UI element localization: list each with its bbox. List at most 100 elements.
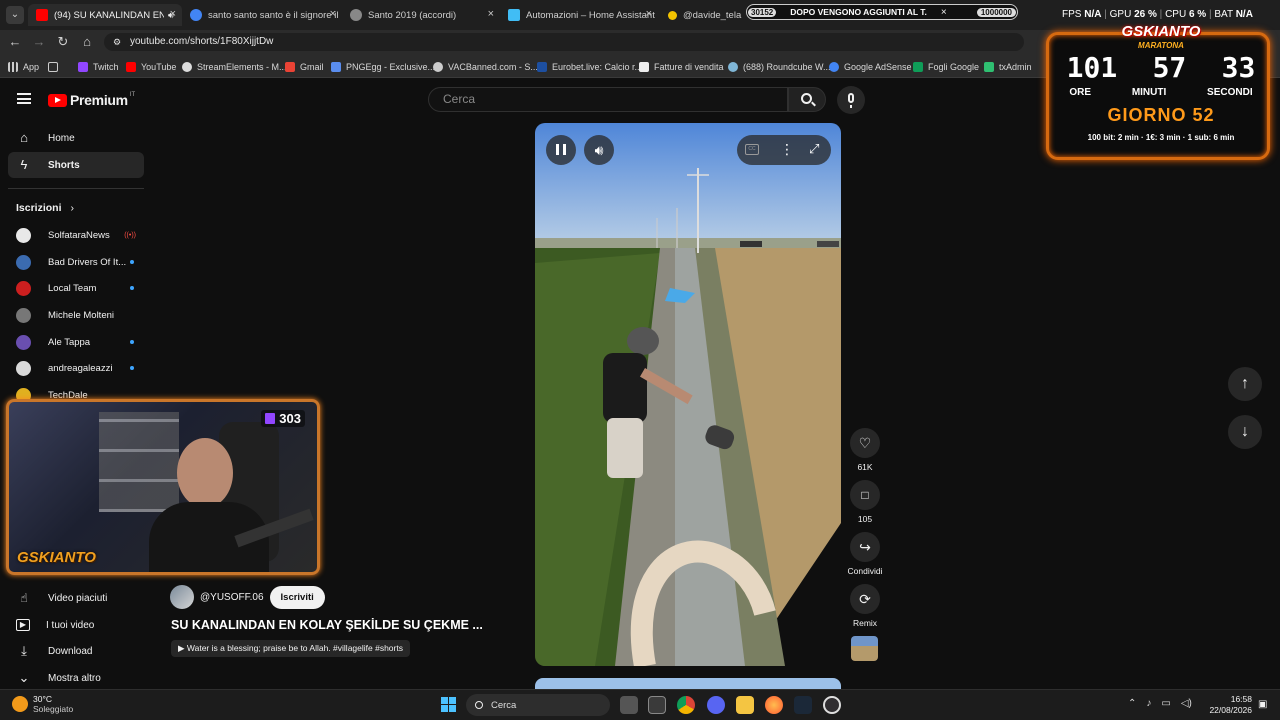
- arrow-up-icon: ↑: [1241, 375, 1249, 392]
- apps-grid-icon: [8, 62, 18, 72]
- tab-close-icon[interactable]: ×: [170, 8, 176, 20]
- timer-rules: 100 bit: 2 min · 1€: 3 min · 1 sub: 6 mi…: [1087, 133, 1235, 142]
- speaker-icon[interactable]: ◁): [1181, 698, 1192, 709]
- webcam-overlay: 303 GSKIANTO: [6, 399, 320, 575]
- back-arrow-icon[interactable]: ←: [7, 34, 23, 50]
- subscribe-button[interactable]: Iscriviti: [269, 585, 325, 609]
- bookmark-twitch[interactable]: Twitch: [78, 60, 119, 74]
- microphone-icon[interactable]: ♪: [1146, 698, 1151, 709]
- volume-button[interactable]: 🔊︎: [584, 135, 614, 165]
- discord-icon[interactable]: [707, 696, 725, 714]
- bookmark-label: YouTube: [141, 62, 177, 72]
- chevron-up-icon[interactable]: ⌃: [1128, 698, 1136, 709]
- subscription-item[interactable]: Bad Drivers Of It...: [16, 253, 144, 271]
- bat-label: BAT: [1214, 9, 1233, 20]
- sidebar-item-label: Mostra altro: [48, 672, 101, 684]
- notification-icon[interactable]: ▣: [1258, 699, 1267, 710]
- subscription-item[interactable]: SolfataraNews ((•)): [16, 226, 144, 244]
- bookmark-youtube[interactable]: YouTube: [126, 60, 176, 74]
- tab-home-assistant[interactable]: Automazioni – Home Assistant ×: [500, 4, 658, 26]
- clock-date: 22/08/2026: [1209, 705, 1252, 715]
- captions-icon[interactable]: CC: [745, 144, 759, 155]
- network-icon[interactable]: ▭: [1161, 698, 1170, 709]
- short-title[interactable]: SU KANALINDAN EN KOLAY ŞEKİLDE SU ÇEKME …: [171, 618, 483, 632]
- clock[interactable]: 16:58 22/08/2026: [1206, 694, 1252, 716]
- chrome-icon[interactable]: [677, 696, 695, 714]
- tab-close-icon[interactable]: ×: [646, 8, 652, 20]
- sidebar-item-your-videos[interactable]: ▶ I tuoi video: [8, 612, 144, 638]
- tab-google-santo[interactable]: santo santo santo è il signore il ×: [182, 4, 342, 26]
- timer-logo: GSKIANTO: [1121, 23, 1201, 40]
- share-action[interactable]: ↪ Condividi: [842, 532, 888, 576]
- youtube-premium-logo[interactable]: Premium IT: [48, 92, 135, 108]
- like-action[interactable]: ♡ 61K: [848, 428, 882, 472]
- short-video-player[interactable]: 🔊︎ CC ⋮ ⤢: [535, 123, 841, 666]
- store-icon[interactable]: [648, 696, 666, 714]
- play-square-icon: ▶: [16, 619, 30, 631]
- bookmark-fogli[interactable]: Fogli Google: [913, 60, 979, 74]
- weather-widget[interactable]: 30°C Soleggiato: [12, 694, 73, 714]
- bookmark-eurobet[interactable]: Eurobet.live: Calcio r...: [537, 60, 642, 74]
- site-info-icon[interactable]: ⚙: [113, 33, 121, 51]
- tab-twitch-davide[interactable]: @davide_tela: [660, 4, 750, 26]
- forward-arrow-icon[interactable]: →: [31, 34, 47, 50]
- taskbar-search[interactable]: Cerca: [466, 694, 610, 716]
- steam-icon[interactable]: [794, 696, 812, 714]
- tab-youtube[interactable]: (94) SU KANALINDAN EN K 🔊︎ ×: [28, 4, 182, 26]
- bookmark-pngegg[interactable]: PNGEgg - Exclusive...: [331, 60, 435, 74]
- reload-icon[interactable]: ↻: [55, 34, 71, 50]
- sound-thumbnail[interactable]: [851, 636, 878, 661]
- bookmark-txadmin[interactable]: txAdmin: [984, 60, 1032, 74]
- task-view-icon[interactable]: [620, 696, 638, 714]
- subscriptions-heading[interactable]: Iscrizioni ›: [16, 202, 74, 214]
- bookmark-vacbanned[interactable]: VACBanned.com - S...: [433, 60, 538, 74]
- channel-avatar[interactable]: [170, 585, 194, 609]
- subscription-item[interactable]: Ale Tappa: [16, 333, 144, 351]
- obs-icon[interactable]: [823, 696, 841, 714]
- subscription-item[interactable]: Michele Molteni: [16, 306, 144, 324]
- tab-close-icon[interactable]: ×: [488, 8, 494, 20]
- file-explorer-icon[interactable]: [736, 696, 754, 714]
- previous-short-button[interactable]: ↑: [1228, 367, 1262, 401]
- marathon-timer-overlay: GSKIANTO MARATONA 101 57 33 ORE MINUTI S…: [1046, 23, 1270, 160]
- home-button-icon[interactable]: ⌂: [79, 34, 95, 50]
- firefox-icon[interactable]: [765, 696, 783, 714]
- tab-search-button[interactable]: ⌄: [6, 6, 24, 24]
- bookmark-grid[interactable]: [48, 60, 63, 74]
- sidebar-item-show-more[interactable]: ⌄ Mostra altro: [8, 665, 144, 691]
- bookmark-gmail[interactable]: Gmail: [285, 60, 324, 74]
- voice-search-button[interactable]: [837, 86, 865, 114]
- sidebar-item-download[interactable]: ⤓ Download: [8, 638, 144, 664]
- fullscreen-icon[interactable]: ⤢: [809, 141, 819, 157]
- sidebar-item-shorts[interactable]: ϟ Shorts: [8, 152, 144, 178]
- subscription-item[interactable]: Local Team: [16, 279, 144, 297]
- bookmark-apps[interactable]: App: [8, 60, 39, 74]
- remix-action[interactable]: ⟳ Remix: [848, 584, 882, 628]
- hours-label: ORE: [1069, 87, 1092, 98]
- timer-day: GIORNO 52: [1107, 105, 1215, 125]
- avatar: [16, 280, 31, 296]
- more-options-icon[interactable]: ⋮: [780, 141, 794, 157]
- address-bar[interactable]: ⚙ youtube.com/shorts/1F80XijjtDw: [104, 33, 1024, 51]
- search-button[interactable]: [788, 87, 826, 112]
- subscription-item[interactable]: andreagaleazzi: [16, 359, 144, 377]
- next-short-button[interactable]: ↓: [1228, 415, 1262, 449]
- comments-action[interactable]: □ 105: [848, 480, 882, 524]
- bookmark-roundcube[interactable]: (688) Roundcube W...: [728, 60, 831, 74]
- bookmark-label: Gmail: [300, 62, 324, 72]
- search-input[interactable]: Cerca: [428, 87, 788, 112]
- sidebar-item-home[interactable]: ⌂ Home: [8, 125, 144, 151]
- sidebar-item-liked-videos[interactable]: ☝ Video piaciuti: [8, 585, 144, 611]
- tab-close-icon[interactable]: ×: [330, 8, 336, 20]
- pause-button[interactable]: [546, 135, 576, 165]
- start-button[interactable]: [441, 697, 456, 712]
- windows-logo-icon: [441, 697, 448, 704]
- short-tag-chip[interactable]: ▶ Water is a blessing; praise be to Alla…: [171, 640, 410, 657]
- bookmark-fatture[interactable]: Fatture di vendita: [639, 60, 724, 74]
- bookmark-streamelements[interactable]: StreamElements - M...: [182, 60, 287, 74]
- menu-icon[interactable]: [17, 93, 31, 104]
- tab-santo-accordi[interactable]: Santo 2019 (accordi) ×: [342, 4, 500, 26]
- channel-name[interactable]: @YUSOFF.06: [200, 592, 264, 603]
- bookmark-adsense[interactable]: Google AdSense: [829, 60, 912, 74]
- youtube-favicon-icon: [36, 9, 48, 21]
